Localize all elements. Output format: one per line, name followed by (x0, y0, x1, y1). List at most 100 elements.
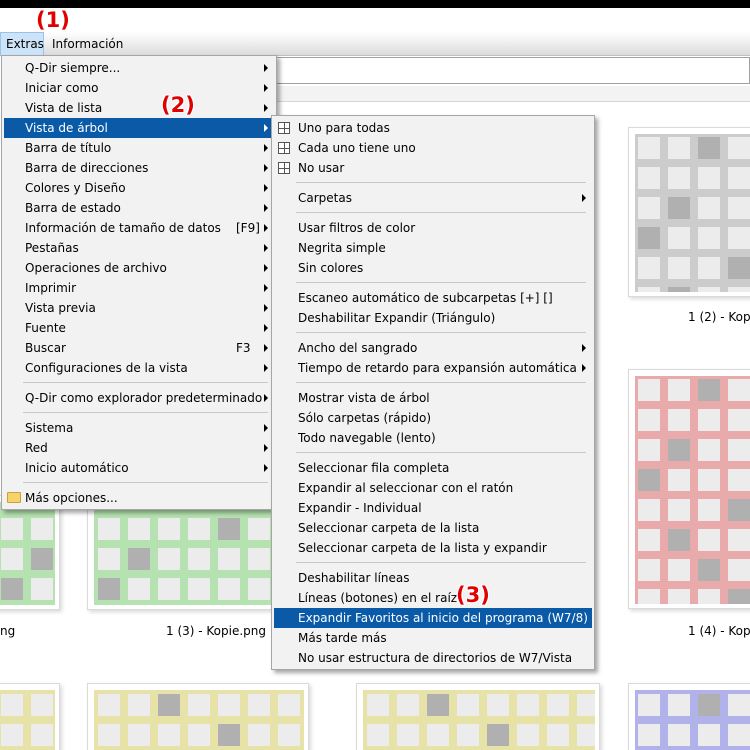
thumbnail[interactable] (628, 127, 750, 297)
main_menu-item-iniciar-como[interactable]: Iniciar como (4, 78, 274, 98)
submenu-arrow-icon (264, 304, 268, 312)
thumbnail-image (363, 690, 595, 750)
thumbnail-cell (638, 257, 660, 279)
thumbnail-cell (98, 694, 120, 716)
sub_menu-item-negrita-simple[interactable]: Negrita simple (274, 238, 592, 258)
sub_menu-item-label: No usar estructura de directorios de W7/… (298, 651, 573, 665)
sub_menu-item-expandir-favoritos-al-inicio-del-programa-w7-8[interactable]: Expandir Favoritos al inicio del program… (274, 608, 592, 628)
thumbnail-cell (1, 518, 23, 540)
sub_menu-item-seleccionar-carpeta-de-la-lista-y-expandir[interactable]: Seleccionar carpeta de la lista y expand… (274, 538, 592, 558)
sub_menu-item-seleccionar-fila-completa[interactable]: Seleccionar fila completa (274, 458, 592, 478)
sub_menu-item-deshabilitar-lineas[interactable]: Deshabilitar líneas (274, 568, 592, 588)
main_menu-item-label: Q-Dir siempre... (25, 61, 121, 75)
thumbnail-image (635, 134, 750, 292)
thumbnail-cell (278, 724, 300, 746)
sub_menu-item-escaneo-automatico-de-subcarpetas[interactable]: Escaneo automático de subcarpetas [+] [] (274, 288, 592, 308)
main_menu-item-barra-de-direcciones[interactable]: Barra de direcciones (4, 158, 274, 178)
sub_menu-item-label: Mostrar vista de árbol (298, 391, 430, 405)
thumbnail-cell (188, 578, 210, 600)
main_menu-item-colores-y-diseno[interactable]: Colores y Diseño (4, 178, 274, 198)
sub_menu-item-expandir-al-seleccionar-con-el-raton[interactable]: Expandir al seleccionar con el ratón (274, 478, 592, 498)
sub_menu-item-no-usar[interactable]: No usar (274, 158, 592, 178)
thumbnail-cell (218, 578, 240, 600)
main_menu-item-label: Vista de lista (25, 101, 103, 115)
thumbnail-cell (218, 548, 240, 570)
sub_menu-item-lineas-botones-en-el-raiz[interactable]: Líneas (botones) en el raíz (274, 588, 592, 608)
sub_menu-item-no-usar-estructura-de-directorios-de-w7-vista[interactable]: No usar estructura de directorios de W7/… (274, 648, 592, 668)
thumbnail-cell (577, 694, 595, 716)
main_menu-item-buscar[interactable]: Buscar F3 (4, 338, 274, 358)
thumbnail-cell (698, 694, 720, 716)
menu-separator (296, 212, 586, 213)
sub_menu-item-todo-navegable-lento[interactable]: Todo navegable (lento) (274, 428, 592, 448)
thumbnail[interactable] (356, 683, 600, 750)
thumbnail-cell (517, 694, 539, 716)
column-header-strip (276, 86, 750, 102)
thumbnail-cell (1, 578, 23, 600)
main_menu-item-barra-de-titulo[interactable]: Barra de título (4, 138, 274, 158)
submenu-arrow-icon (264, 144, 268, 152)
main_menu-item-mas-opciones[interactable]: Más opciones... (4, 488, 274, 508)
sub_menu-item-cada-uno-tiene-uno[interactable]: Cada uno tiene uno (274, 138, 592, 158)
grid-icon (278, 162, 290, 174)
sub_menu-item-label: Carpetas (298, 191, 352, 205)
sub_menu-item-deshabilitar-expandir-triangulo[interactable]: Deshabilitar Expandir (Triángulo) (274, 308, 592, 328)
menu-separator (296, 332, 586, 333)
sub_menu-item-mas-tarde-mas[interactable]: Más tarde más (274, 628, 592, 648)
sub_menu-item-solo-carpetas-rapido[interactable]: Sólo carpetas (rápido) (274, 408, 592, 428)
thumbnail-cell (728, 137, 750, 159)
thumbnail-cell (638, 694, 660, 716)
sub_menu-item-carpetas[interactable]: Carpetas (274, 188, 592, 208)
main_menu-item-configuraciones-de-la-vista[interactable]: Configuraciones de la vista (4, 358, 274, 378)
thumbnail-image (94, 690, 304, 750)
sub_menu-item-ancho-del-sangrado[interactable]: Ancho del sangrado (274, 338, 592, 358)
address-bar[interactable] (276, 57, 750, 84)
main_menu-item-imprimir[interactable]: Imprimir (4, 278, 274, 298)
main_menu-item-pestanas[interactable]: Pestañas (4, 238, 274, 258)
thumbnail[interactable] (628, 683, 750, 750)
main_menu-item-q-dir-como-explorador-predeterminado[interactable]: Q-Dir como explorador predeterminado (4, 388, 274, 408)
main_menu-item-vista-previa[interactable]: Vista previa (4, 298, 274, 318)
thumbnail-cell (128, 578, 150, 600)
sub_menu-item-expandir-individual[interactable]: Expandir - Individual (274, 498, 592, 518)
thumbnail-cell (218, 694, 240, 716)
main_menu-item-sistema[interactable]: Sistema (4, 418, 274, 438)
menubar-extras[interactable]: Extras (0, 32, 44, 56)
main_menu-item-informacion-de-tamano-de-datos[interactable]: Información de tamaño de datos [F9] (4, 218, 274, 238)
main_menu-item-vista-de-arbol[interactable]: Vista de árbol (4, 118, 274, 138)
sub_menu-item-label: Usar filtros de color (298, 221, 416, 235)
thumbnail[interactable] (87, 683, 309, 750)
submenu-arrow-icon (264, 124, 268, 132)
sub_menu-item-tiempo-de-retardo-para-expansion-automatica[interactable]: Tiempo de retardo para expansión automát… (274, 358, 592, 378)
thumbnail-cell (698, 227, 720, 249)
thumbnail-image (635, 376, 750, 604)
sub_menu-item-mostrar-vista-de-arbol[interactable]: Mostrar vista de árbol (274, 388, 592, 408)
main_menu-item-red[interactable]: Red (4, 438, 274, 458)
sub_menu-item-usar-filtros-de-color[interactable]: Usar filtros de color (274, 218, 592, 238)
main_menu-item-vista-de-lista[interactable]: Vista de lista (4, 98, 274, 118)
sub_menu-item-label: Más tarde más (298, 631, 387, 645)
sub_menu-item-label: Seleccionar carpeta de la lista y expand… (298, 541, 547, 555)
sub_menu-item-seleccionar-carpeta-de-la-lista[interactable]: Seleccionar carpeta de la lista (274, 518, 592, 538)
menu-bar: Extras Información (0, 32, 750, 56)
thumbnail[interactable] (628, 369, 750, 609)
menubar-informacion[interactable]: Información (47, 32, 127, 56)
thumbnail-cell (218, 518, 240, 540)
main_menu-item-q-dir-siempre[interactable]: Q-Dir siempre... (4, 58, 274, 78)
sub_menu-item-uno-para-todas[interactable]: Uno para todas (274, 118, 592, 138)
main_menu-item-fuente[interactable]: Fuente (4, 318, 274, 338)
thumbnail-cell (278, 694, 300, 716)
thumbnail-cell (668, 559, 690, 581)
thumbnail-cell (698, 379, 720, 401)
thumbnail-cell (668, 589, 690, 604)
main_menu-item-label: Barra de título (25, 141, 112, 155)
main_menu-item-inicio-automatico[interactable]: Inicio automático (4, 458, 274, 478)
thumbnail-cell (248, 518, 270, 540)
tree-view-submenu: Uno para todas Cada uno tiene uno No usar C… (271, 115, 595, 670)
thumbnail[interactable] (0, 683, 60, 750)
thumbnail[interactable] (0, 495, 60, 610)
main_menu-item-barra-de-estado[interactable]: Barra de estado (4, 198, 274, 218)
thumbnail-cell (158, 578, 180, 600)
main_menu-item-operaciones-de-archivo[interactable]: Operaciones de archivo (4, 258, 274, 278)
sub_menu-item-sin-colores[interactable]: Sin colores (274, 258, 592, 278)
